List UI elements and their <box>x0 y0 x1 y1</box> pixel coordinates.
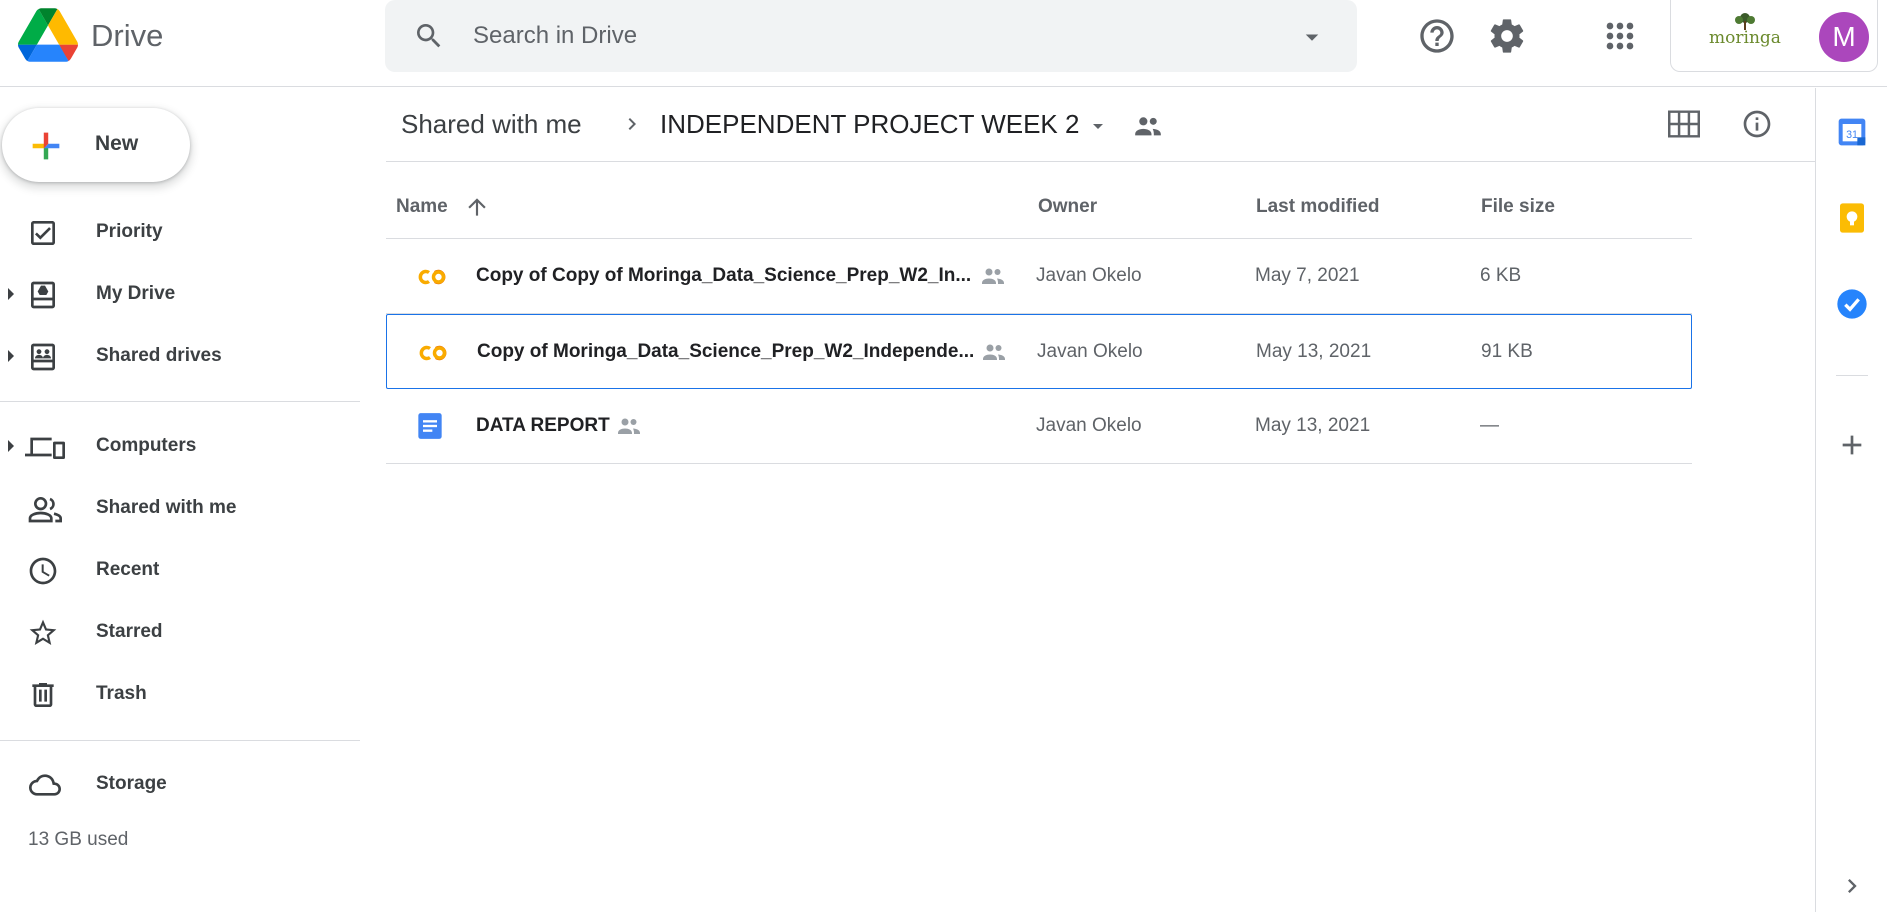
search-bar[interactable] <box>385 0 1357 72</box>
expand-arrow-icon[interactable] <box>6 286 16 302</box>
sidebar-item-label: Trash <box>96 683 147 704</box>
sidebar-divider <box>0 401 360 402</box>
plus-icon <box>32 132 60 160</box>
file-size: 91 KB <box>1481 341 1533 362</box>
sidebar-item-label: Priority <box>96 221 163 242</box>
shared-people-icon <box>618 418 640 434</box>
column-header-owner[interactable]: Owner <box>1038 196 1097 218</box>
sidebar-item-recent[interactable]: Recent <box>0 544 340 596</box>
cloud-icon <box>29 774 61 796</box>
info-icon[interactable] <box>1741 108 1773 140</box>
sidebar-item-label: Starred <box>96 621 163 642</box>
clock-icon <box>29 557 57 585</box>
breadcrumb: Shared with me INDEPENDENT PROJECT WEEK … <box>386 88 1816 162</box>
computers-icon <box>25 437 65 459</box>
sidebar-item-shared-with-me[interactable]: Shared with me <box>0 482 340 534</box>
sort-ascending-arrow-icon[interactable] <box>464 194 490 220</box>
search-icon[interactable] <box>413 20 445 52</box>
file-list-header: Name Owner Last modified File size <box>386 178 1692 239</box>
priority-icon <box>31 221 55 245</box>
search-input[interactable] <box>473 14 1253 58</box>
chevron-right-icon <box>628 118 636 130</box>
file-list: Name Owner Last modified File size Copy … <box>386 178 1692 464</box>
calendar-icon[interactable]: 31 <box>1836 116 1868 148</box>
colab-file-icon <box>418 269 446 285</box>
folder-menu-dropdown-icon[interactable] <box>1086 114 1110 138</box>
grid-view-icon[interactable] <box>1668 110 1700 138</box>
table-row[interactable]: DATA REPORT Javan Okelo May 13, 2021 — <box>386 389 1692 464</box>
breadcrumb-shared-with-me[interactable]: Shared with me <box>401 109 582 140</box>
file-owner: Javan Okelo <box>1037 341 1143 362</box>
sidebar-item-label: Shared with me <box>96 497 237 518</box>
shared-with-me-icon <box>28 496 62 523</box>
file-name: Copy of Copy of Moringa_Data_Science_Pre… <box>476 265 972 286</box>
apps-grid-icon[interactable] <box>1600 16 1640 56</box>
sidebar-item-computers[interactable]: Computers <box>0 420 340 472</box>
file-last-modified: May 7, 2021 <box>1255 265 1360 286</box>
file-owner: Javan Okelo <box>1036 415 1142 436</box>
expand-arrow-icon[interactable] <box>6 438 16 454</box>
sidebar-item-starred[interactable]: Starred <box>0 606 340 658</box>
new-button-label: New <box>95 132 139 155</box>
storage-usage-text: 13 GB used <box>28 829 129 850</box>
help-icon[interactable] <box>1417 16 1457 56</box>
sidebar-item-label: Storage <box>96 773 167 794</box>
expand-arrow-icon[interactable] <box>6 348 16 364</box>
shared-drives-icon <box>31 343 55 371</box>
sidebar-item-my-drive[interactable]: My Drive <box>0 268 340 320</box>
file-name: DATA REPORT <box>476 415 610 436</box>
shared-people-icon <box>983 344 1005 360</box>
sidebar-item-trash[interactable]: Trash <box>0 668 340 720</box>
settings-gear-icon[interactable] <box>1487 16 1527 56</box>
file-size: — <box>1480 415 1499 436</box>
account-area[interactable]: moringa M <box>1670 0 1878 72</box>
side-panel: 31 <box>1815 88 1887 912</box>
file-last-modified: May 13, 2021 <box>1255 415 1371 436</box>
table-row[interactable]: Copy of Copy of Moringa_Data_Science_Pre… <box>386 239 1692 314</box>
shared-folder-people-icon[interactable] <box>1134 114 1162 138</box>
google-docs-icon <box>418 413 442 439</box>
column-header-file-size[interactable]: File size <box>1481 196 1555 218</box>
file-name: Copy of Moringa_Data_Science_Prep_W2_Ind… <box>477 341 975 362</box>
file-owner: Javan Okelo <box>1036 265 1142 286</box>
colab-file-icon <box>419 345 447 361</box>
sidebar-item-label: My Drive <box>96 283 176 304</box>
file-size: 6 KB <box>1480 265 1522 286</box>
search-options-dropdown-icon[interactable] <box>1297 22 1327 52</box>
sidebar-item-shared-drives[interactable]: Shared drives <box>0 330 340 382</box>
file-last-modified: May 13, 2021 <box>1256 341 1372 362</box>
keep-notes-icon[interactable] <box>1836 202 1868 234</box>
column-header-name[interactable]: Name <box>396 196 448 218</box>
sidebar-divider <box>0 740 360 741</box>
table-row[interactable]: Copy of Moringa_Data_Science_Prep_W2_Ind… <box>386 314 1692 389</box>
side-panel-divider <box>1836 375 1868 376</box>
my-drive-icon <box>31 281 55 309</box>
top-bar: Drive moringa M <box>0 0 1887 87</box>
star-icon <box>29 619 57 645</box>
sidebar-item-priority[interactable]: Priority <box>0 206 340 258</box>
organization-logo: moringa <box>1707 12 1783 52</box>
shared-people-icon <box>982 268 1004 284</box>
new-button[interactable]: New <box>2 108 190 182</box>
avatar[interactable]: M <box>1819 12 1869 62</box>
tasks-icon[interactable] <box>1836 288 1868 320</box>
drive-logo-icon[interactable] <box>18 8 78 62</box>
organization-name: moringa <box>1709 28 1781 48</box>
chevron-right-icon[interactable] <box>1838 872 1866 900</box>
trash-icon <box>32 683 54 707</box>
sidebar-item-label: Shared drives <box>96 345 222 366</box>
column-header-last-modified[interactable]: Last modified <box>1256 196 1380 218</box>
add-addon-plus-icon[interactable] <box>1836 429 1868 461</box>
app-title: Drive <box>91 18 164 53</box>
sidebar-item-storage[interactable]: Storage <box>0 758 340 810</box>
sidebar-item-label: Computers <box>96 435 197 456</box>
breadcrumb-current-folder[interactable]: INDEPENDENT PROJECT WEEK 2 <box>660 109 1079 140</box>
svg-text:31: 31 <box>1846 129 1858 141</box>
sidebar-item-label: Recent <box>96 559 160 580</box>
